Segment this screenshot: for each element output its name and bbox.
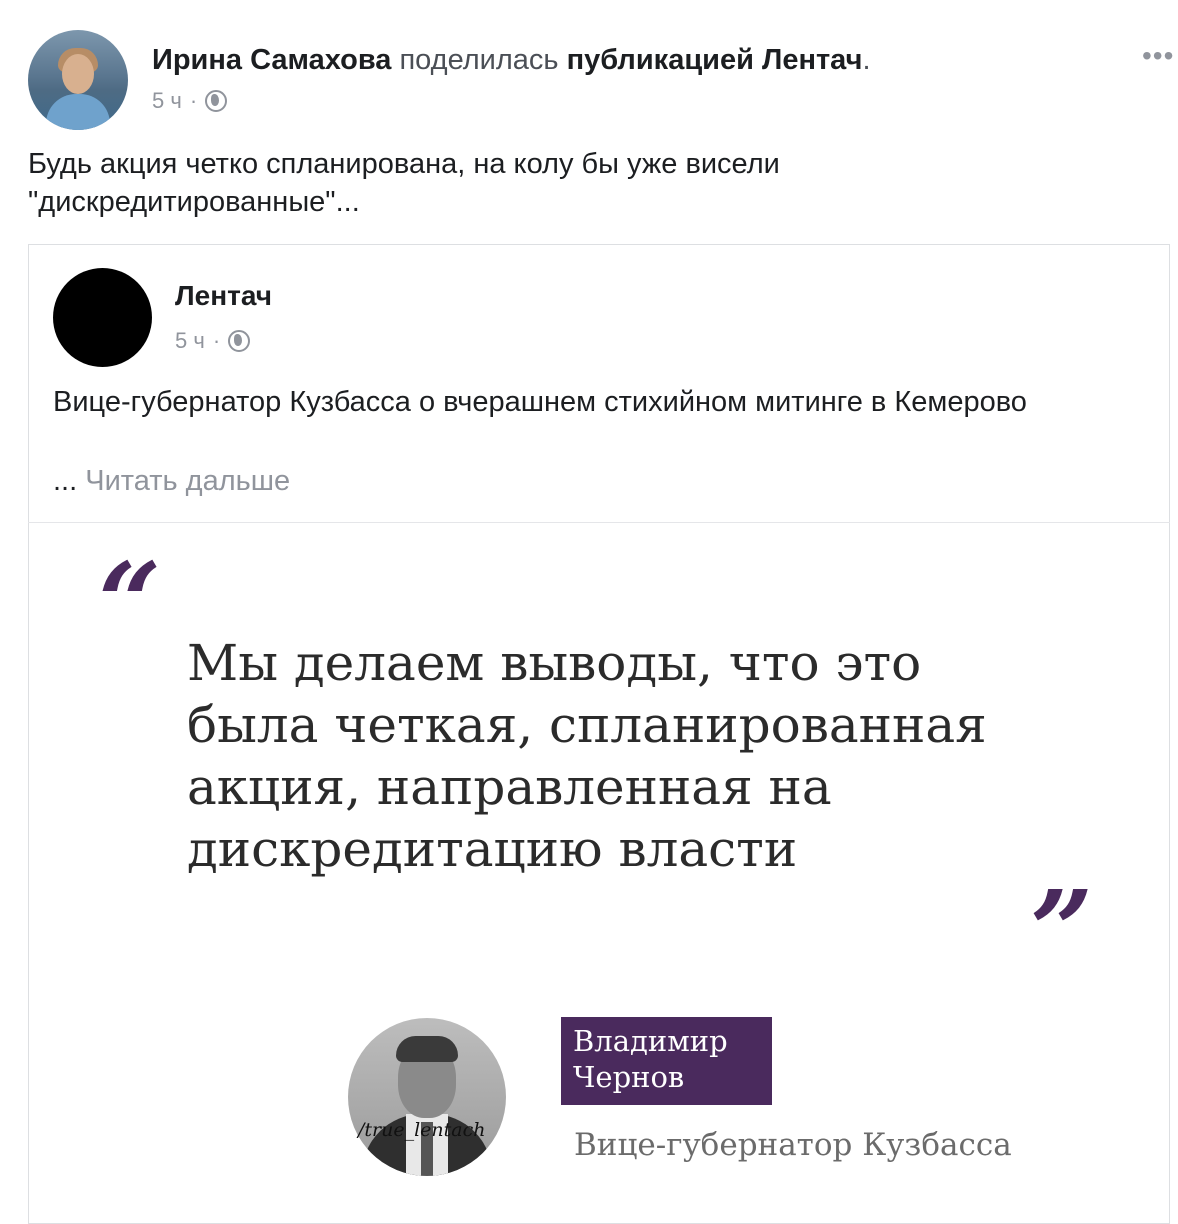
quote-line: Мы делаем выводы, что это	[187, 634, 922, 692]
meta-separator: ·	[212, 328, 221, 353]
post-body-text: Будь акция четко спланирована, на колу б…	[28, 145, 1148, 221]
shared-post-text: Вице-губернатор Кузбасса о вчерашнем сти…	[53, 386, 1027, 418]
post-body-line: Будь акция четко спланирована, на колу б…	[28, 148, 780, 180]
quote-text: Мы делаем выводы, что это была четкая, с…	[187, 632, 1147, 880]
share-action-text: поделилась	[399, 44, 559, 76]
post-header-title: Ирина Самахова поделилась публикацией Ле…	[152, 42, 871, 78]
post-meta: 5 ч ·	[152, 88, 228, 114]
avatar-face	[62, 54, 94, 94]
meta-separator: ·	[189, 88, 198, 113]
header-period: .	[862, 44, 871, 76]
globe-icon[interactable]	[228, 330, 251, 352]
text-ellipsis: ...	[53, 465, 78, 497]
card-divider	[28, 522, 1170, 523]
photo-hair	[396, 1036, 458, 1062]
speaker-role: Вице-губернатор Кузбасса	[574, 1127, 1012, 1163]
author-name-link[interactable]: Ирина Самахова	[152, 44, 391, 76]
read-more-link[interactable]: Читать дальше	[85, 465, 290, 497]
speaker-first-name: Владимир	[573, 1024, 728, 1058]
shared-post-timestamp[interactable]: 5 ч	[175, 328, 205, 354]
open-quote-mark: “	[98, 538, 162, 667]
avatar-shirt	[46, 94, 110, 130]
quote-line: была четкая, спланированная	[187, 696, 987, 754]
shared-author-name[interactable]: Лентач	[175, 280, 272, 312]
post-timestamp[interactable]: 5 ч	[152, 88, 182, 114]
post-body-line: "дискредитированные"...	[28, 186, 360, 218]
quote-line: дискредитацию власти	[187, 820, 798, 878]
shared-author-avatar[interactable]	[53, 268, 152, 367]
speaker-name-badge: Владимир Чернов	[561, 1017, 772, 1105]
read-more-line: ... Читать дальше	[53, 462, 290, 500]
speaker-photo	[348, 1018, 506, 1176]
photo-watermark: /true_lentach	[358, 1119, 486, 1141]
speaker-last-name: Чернов	[573, 1060, 685, 1094]
author-avatar[interactable]	[28, 30, 128, 130]
shared-post-meta: 5 ч ·	[175, 328, 251, 354]
close-quote-mark: ”	[1030, 866, 1094, 995]
shared-publication-link[interactable]: публикацией Лентач	[567, 44, 863, 76]
globe-icon[interactable]	[205, 90, 228, 112]
more-options-icon[interactable]: •••	[1142, 42, 1174, 70]
quote-line: акция, направленная на	[187, 758, 832, 816]
